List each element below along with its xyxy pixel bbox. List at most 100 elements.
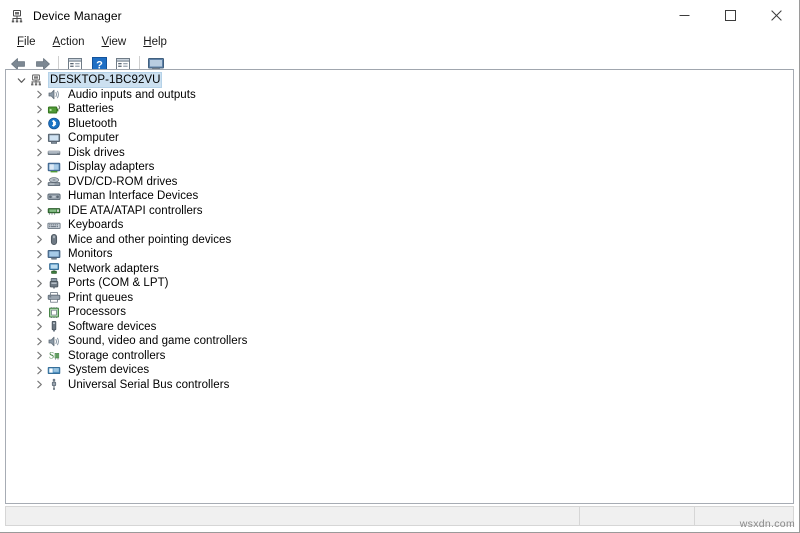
- close-icon: [770, 10, 782, 21]
- menu-item-help[interactable]: Help: [135, 34, 176, 50]
- window-controls: [661, 0, 799, 31]
- tree-item-software-devices[interactable]: Software devices: [14, 320, 793, 335]
- tree-item-ide-ata-atapi-controllers[interactable]: IDE ATA/ATAPI controllers: [14, 204, 793, 219]
- tree-item-label: Human Interface Devices: [68, 190, 199, 203]
- ide-controller-icon: [46, 204, 62, 218]
- minimize-icon: [679, 15, 689, 16]
- maximize-button[interactable]: [707, 0, 753, 31]
- chevron-right-icon[interactable]: [32, 293, 46, 302]
- tree-item-disk-drives[interactable]: Disk drives: [14, 146, 793, 161]
- chevron-right-icon[interactable]: [32, 221, 46, 230]
- status-bar: [5, 506, 794, 526]
- tree-item-label: Storage controllers: [68, 349, 166, 362]
- tree-item-sound-video-and-game-controllers[interactable]: Sound, video and game controllers: [14, 334, 793, 349]
- tree-item-dvd-cd-rom-drives[interactable]: DVD/CD-ROM drives: [14, 175, 793, 190]
- title-bar-left: Device Manager: [0, 8, 661, 24]
- tree-item-label: Computer: [68, 132, 119, 145]
- tree-item-keyboards[interactable]: Keyboards: [14, 218, 793, 233]
- window-title: Device Manager: [33, 8, 122, 23]
- tree-item-monitors[interactable]: Monitors: [14, 247, 793, 262]
- tree-item-label: System devices: [68, 364, 150, 377]
- tree-item-system-devices[interactable]: System devices: [14, 363, 793, 378]
- tree-root-label: DESKTOP-1BC92VU: [48, 72, 163, 89]
- chevron-right-icon[interactable]: [32, 192, 46, 201]
- tree-item-label: Keyboards: [68, 219, 124, 232]
- maximize-icon: [724, 10, 736, 21]
- tree-item-label: Audio inputs and outputs: [68, 88, 196, 101]
- device-manager-icon: [9, 8, 25, 24]
- tree-item-human-interface-devices[interactable]: Human Interface Devices: [14, 189, 793, 204]
- tree-item-label: Sound, video and game controllers: [68, 335, 248, 348]
- chevron-right-icon[interactable]: [32, 177, 46, 186]
- tree-item-ports-com-and-lpt[interactable]: Ports (COM & LPT): [14, 276, 793, 291]
- tree-item-label: Monitors: [68, 248, 113, 261]
- chevron-right-icon[interactable]: [32, 105, 46, 114]
- software-device-icon: [46, 320, 62, 334]
- tree-item-label: Print queues: [68, 291, 134, 304]
- tree-item-universal-serial-bus-controllers[interactable]: Universal Serial Bus controllers: [14, 378, 793, 393]
- chevron-right-icon[interactable]: [32, 380, 46, 389]
- tree-item-label: Batteries: [68, 103, 114, 116]
- tree-item-print-queues[interactable]: Print queues: [14, 291, 793, 306]
- menu-item-action[interactable]: Action: [45, 34, 94, 50]
- tree-item-mice-and-other-pointing-devices[interactable]: Mice and other pointing devices: [14, 233, 793, 248]
- printer-icon: [46, 291, 62, 305]
- disk-drive-icon: [46, 146, 62, 160]
- keyboard-icon: [46, 218, 62, 232]
- chevron-right-icon[interactable]: [32, 90, 46, 99]
- tree-item-processors[interactable]: Processors: [14, 305, 793, 320]
- chevron-right-icon[interactable]: [32, 322, 46, 331]
- chevron-down-icon[interactable]: [14, 76, 28, 85]
- battery-icon: [46, 102, 62, 116]
- chevron-right-icon[interactable]: [32, 148, 46, 157]
- storage-controller-icon: S: [46, 349, 62, 363]
- chevron-right-icon[interactable]: [32, 308, 46, 317]
- tree-item-audio-inputs-and-outputs[interactable]: Audio inputs and outputs: [14, 88, 793, 103]
- system-device-icon: [46, 363, 62, 377]
- device-tree: DESKTOP-1BC92VU Audio inputs and outputs: [6, 70, 793, 392]
- chevron-right-icon[interactable]: [32, 206, 46, 215]
- title-bar: Device Manager: [0, 0, 799, 32]
- tree-item-batteries[interactable]: Batteries: [14, 102, 793, 117]
- chevron-right-icon[interactable]: [32, 337, 46, 346]
- optical-drive-icon: [46, 175, 62, 189]
- tree-item-label: Software devices: [68, 320, 157, 333]
- bluetooth-icon: [46, 117, 62, 131]
- tree-item-network-adapters[interactable]: Network adapters: [14, 262, 793, 277]
- tree-item-bluetooth[interactable]: Bluetooth: [14, 117, 793, 132]
- close-button[interactable]: [753, 0, 799, 31]
- tree-root-item[interactable]: DESKTOP-1BC92VU: [14, 72, 793, 89]
- port-icon: [46, 276, 62, 290]
- chevron-right-icon[interactable]: [32, 366, 46, 375]
- hid-icon: [46, 189, 62, 203]
- minimize-button[interactable]: [661, 0, 707, 31]
- device-tree-panel: DESKTOP-1BC92VU Audio inputs and outputs: [5, 69, 794, 504]
- chevron-right-icon[interactable]: [32, 235, 46, 244]
- tree-item-storage-controllers[interactable]: S Storage controllers: [14, 349, 793, 364]
- chevron-right-icon[interactable]: [32, 134, 46, 143]
- tree-item-label: Mice and other pointing devices: [68, 233, 232, 246]
- speaker-icon: [46, 88, 62, 102]
- chevron-right-icon[interactable]: [32, 163, 46, 172]
- chevron-right-icon[interactable]: [32, 264, 46, 273]
- tree-item-label: Display adapters: [68, 161, 155, 174]
- tree-item-label: IDE ATA/ATAPI controllers: [68, 204, 203, 217]
- tree-item-display-adapters[interactable]: Display adapters: [14, 160, 793, 175]
- chevron-right-icon[interactable]: [32, 250, 46, 259]
- tree-item-label: Disk drives: [68, 146, 125, 159]
- usb-controller-icon: [46, 378, 62, 392]
- chevron-right-icon[interactable]: [32, 119, 46, 128]
- tree-item-computer[interactable]: Computer: [14, 131, 793, 146]
- display-adapter-icon: [46, 160, 62, 174]
- menu-item-view[interactable]: View: [94, 34, 136, 50]
- tree-item-label: Processors: [68, 306, 127, 319]
- chevron-right-icon[interactable]: [32, 351, 46, 360]
- device-manager-window: Device Manager File Action View Help ? D…: [0, 0, 800, 533]
- menu-item-file[interactable]: File: [9, 34, 45, 50]
- status-pane-tertiary: [695, 507, 793, 525]
- status-pane-secondary: [580, 507, 695, 525]
- processor-icon: [46, 305, 62, 319]
- chevron-right-icon[interactable]: [32, 279, 46, 288]
- network-adapter-icon: [46, 262, 62, 276]
- computer-root-icon: [28, 73, 44, 87]
